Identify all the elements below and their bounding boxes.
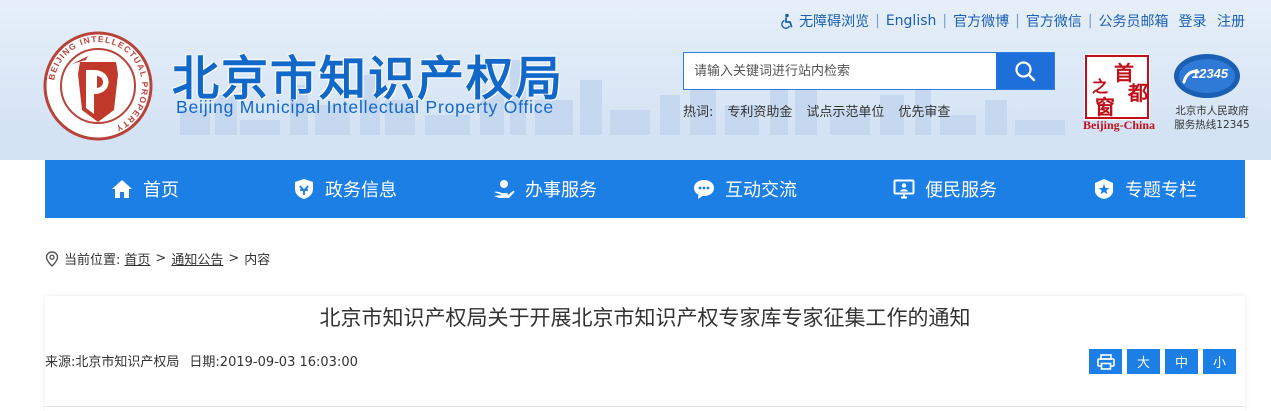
search-icon [1015, 61, 1036, 82]
weibo-link[interactable]: 官方微博 [953, 11, 1009, 31]
hot-word-link[interactable]: 试点示范单位 [806, 101, 884, 120]
nav-item-label: 政务信息 [325, 180, 397, 201]
article-tools: 大 中 小 [1089, 349, 1236, 374]
hotline-12345-badge[interactable]: 12345 [1172, 52, 1242, 100]
article-title: 北京市知识产权局关于开展北京市知识产权专家库专家征集工作的通知 [319, 306, 971, 330]
breadcrumb: 当前位置: 首页 > 通知公告 > 内容 [45, 249, 270, 268]
hot-words: 热词: 专利资助金 试点示范单位 优先审查 [683, 101, 950, 120]
article-source: 北京市知识产权局 [75, 355, 180, 370]
service-hand-icon [494, 180, 515, 198]
article-date: 2019-09-03 16:03:00 [219, 355, 358, 370]
hot-word-link[interactable]: 专利资助金 [727, 101, 792, 120]
login-link[interactable]: 登录 [1179, 14, 1207, 30]
hotline-caption-line1: 北京市人民政府 [1175, 105, 1249, 117]
top-links-bar: 无障碍浏览 | English | 官方微博 | 官方微信 | 公务员邮箱 登录… [779, 10, 1245, 32]
home-icon [112, 180, 132, 198]
hot-words-label: 热词: [683, 105, 714, 120]
divider [45, 406, 1245, 407]
divider: | [875, 13, 880, 29]
civil-mail-link[interactable]: 公务员邮箱 [1099, 11, 1169, 31]
accessibility-icon [781, 13, 793, 29]
nav-item-services[interactable]: 办事服务 [445, 160, 645, 218]
location-pin-icon [45, 250, 59, 267]
nav-item-label: 互动交流 [725, 180, 797, 201]
nav-item-convenience[interactable]: 便民服务 [845, 160, 1045, 218]
register-link[interactable]: 注册 [1217, 14, 1245, 30]
site-search [683, 52, 1055, 90]
nav-item-interaction[interactable]: 互动交流 [645, 160, 845, 218]
nav-item-topics[interactable]: 专题专栏 [1045, 160, 1245, 218]
hotline-caption-line2: 服务热线12345 [1174, 119, 1250, 131]
font-large-button[interactable]: 大 [1127, 349, 1160, 374]
bipo-emblem-logo[interactable]: BEIJING INTELLECTUAL PROPERTY [42, 30, 154, 142]
breadcrumb-separator: > [228, 251, 240, 266]
chat-bubble-icon [694, 180, 714, 199]
breadcrumb-current: 内容 [244, 253, 271, 268]
site-header: 无障碍浏览 | English | 官方微博 | 官方微信 | 公务员邮箱 登录… [0, 0, 1271, 160]
svg-text:都: 都 [1127, 81, 1148, 105]
svg-text:窗: 窗 [1095, 95, 1115, 119]
government-info-icon [295, 179, 313, 199]
hotline-caption: 北京市人民政府 服务热线12345 [1162, 104, 1262, 132]
capital-badge-caption: Beijing-China [1082, 118, 1155, 132]
monitor-person-icon [893, 179, 915, 199]
badge-star-icon [1095, 179, 1113, 199]
main-nav: 首页 政务信息 办事服务 互动交流 便民服务 专题专栏 [45, 160, 1245, 218]
date-label: 日期: [189, 355, 220, 370]
divider: | [1087, 13, 1093, 29]
nav-item-label: 专题专栏 [1125, 180, 1197, 201]
hot-word-link[interactable]: 优先审查 [898, 101, 950, 120]
nav-item-home[interactable]: 首页 [45, 160, 245, 218]
font-small-button[interactable]: 小 [1203, 349, 1236, 374]
nav-item-label: 办事服务 [525, 180, 597, 201]
breadcrumb-section-link[interactable]: 通知公告 [171, 249, 223, 268]
divider: | [942, 13, 948, 29]
font-medium-button[interactable]: 中 [1165, 349, 1198, 374]
breadcrumb-home-link[interactable]: 首页 [124, 249, 150, 268]
source-label: 来源: [45, 355, 76, 370]
wechat-link[interactable]: 官方微信 [1026, 11, 1082, 31]
nav-item-label: 首页 [143, 180, 179, 201]
svg-text:之: 之 [1092, 77, 1108, 96]
print-button[interactable] [1089, 349, 1122, 374]
search-button[interactable] [996, 53, 1054, 89]
divider: | [1015, 13, 1020, 29]
printer-icon [1096, 353, 1115, 370]
breadcrumb-prefix: 当前位置: [64, 253, 121, 268]
accessibility-link[interactable]: 无障碍浏览 [799, 11, 869, 31]
nav-item-government-info[interactable]: 政务信息 [245, 160, 445, 218]
site-title-en: Beijing Municipal Intellectual Property … [176, 97, 554, 117]
nav-item-label: 便民服务 [925, 180, 997, 201]
english-link[interactable]: English [886, 13, 937, 29]
search-input[interactable] [684, 53, 996, 89]
article-meta: 来源:北京市知识产权局 日期:2019-09-03 16:03:00 [45, 351, 358, 370]
article-panel: 北京市知识产权局关于开展北京市知识产权专家库专家征集工作的通知 来源:北京市知识… [45, 296, 1245, 411]
svg-text:12345: 12345 [1192, 66, 1229, 81]
breadcrumb-separator: > [155, 251, 167, 266]
